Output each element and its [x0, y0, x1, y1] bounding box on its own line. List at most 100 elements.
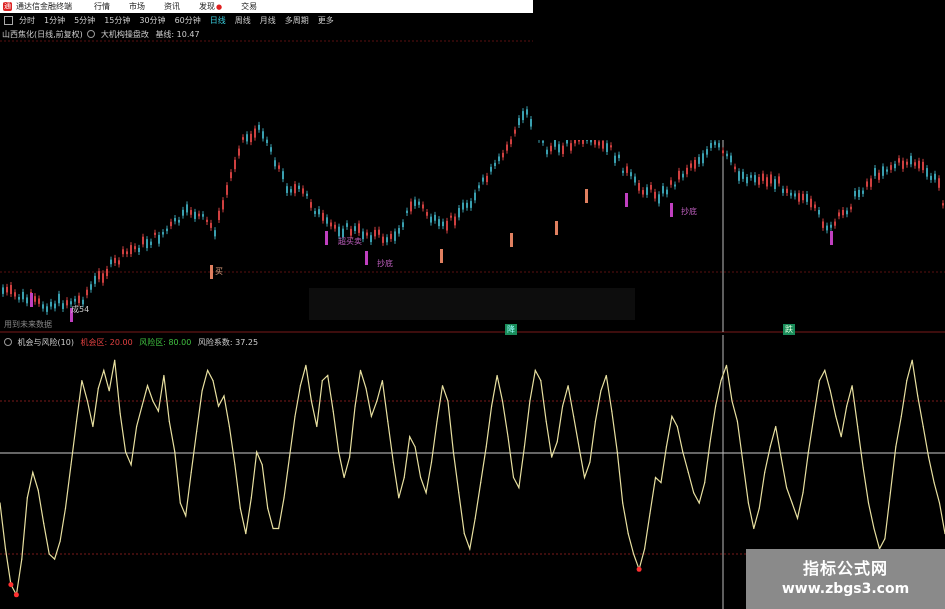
- data-point: [753, 527, 755, 530]
- data-point: [349, 456, 351, 458]
- data-point: [906, 380, 908, 382]
- data-point: [862, 466, 864, 468]
- data-point: [420, 476, 422, 479]
- data-point: [294, 415, 296, 417]
- data-point: [86, 400, 88, 402]
- data-point: [125, 451, 127, 453]
- data-point: [392, 461, 394, 463]
- data-point: [288, 456, 291, 458]
- data-point: [660, 482, 662, 484]
- data-point: [190, 471, 192, 473]
- watermark-line1: 指标公式网: [802, 559, 888, 578]
- data-point: [496, 374, 498, 377]
- data-point: [649, 512, 651, 514]
- data-point: [693, 492, 695, 494]
- data-point: [786, 487, 788, 489]
- data-point: [720, 380, 722, 382]
- data-point: [245, 533, 247, 535]
- data-point: [48, 553, 50, 555]
- data-point: [157, 410, 159, 412]
- data-point: [764, 471, 766, 473]
- data-point: [791, 502, 793, 504]
- data-point: [731, 400, 733, 402]
- data-point: [611, 410, 613, 412]
- data-point: [370, 415, 372, 417]
- data-point: [928, 456, 930, 458]
- data-point: [43, 522, 45, 525]
- data-point: [152, 400, 154, 402]
- data-point: [687, 471, 689, 473]
- data-point: [846, 405, 848, 407]
- data-point: [409, 436, 411, 438]
- data-point: [108, 390, 110, 392]
- data-point: [540, 380, 542, 382]
- data-point: [523, 446, 526, 448]
- data-point: [922, 425, 924, 428]
- data-point: [64, 507, 67, 509]
- data-point: [796, 517, 799, 519]
- data-point: [889, 492, 892, 494]
- data-point: [709, 441, 711, 443]
- data-point: [26, 497, 28, 499]
- data-point: [622, 502, 624, 504]
- data-point: [452, 451, 454, 453]
- data-point: [13, 592, 19, 598]
- data-point: [769, 446, 771, 448]
- data-point: [223, 395, 225, 397]
- data-point: [507, 436, 509, 438]
- data-point: [75, 420, 78, 422]
- data-point: [758, 507, 760, 509]
- data-point: [676, 425, 678, 428]
- data-point: [234, 464, 236, 466]
- data-point: [217, 405, 220, 407]
- data-point: [130, 464, 132, 466]
- data-point: [742, 461, 744, 463]
- data-point: [824, 369, 826, 371]
- data-point: [480, 482, 482, 484]
- data-point: [518, 487, 520, 489]
- data-point: [636, 566, 642, 572]
- data-point: [562, 405, 564, 407]
- data-point: [867, 502, 870, 504]
- data-point: [644, 548, 646, 550]
- data-point: [146, 385, 149, 387]
- data-point: [573, 415, 575, 417]
- data-point: [671, 415, 673, 417]
- risk-indicator-chart[interactable]: [0, 0, 945, 609]
- data-point: [321, 380, 323, 382]
- data-point: [37, 489, 39, 491]
- data-point: [163, 374, 165, 377]
- data-point: [430, 461, 433, 463]
- data-point: [250, 497, 252, 499]
- data-point: [201, 390, 203, 392]
- data-point: [447, 400, 449, 402]
- data-point: [278, 527, 280, 530]
- data-point: [534, 369, 536, 371]
- data-point: [168, 420, 170, 422]
- data-point: [665, 446, 668, 448]
- data-point: [491, 405, 493, 407]
- data-point: [327, 374, 329, 377]
- data-point: [299, 385, 301, 387]
- data-point: [829, 390, 831, 392]
- data-point: [545, 420, 547, 422]
- data-point: [933, 482, 935, 484]
- data-point: [365, 387, 367, 389]
- data-point: [310, 400, 312, 402]
- data-point: [403, 476, 405, 479]
- data-point: [414, 446, 416, 448]
- data-point: [802, 492, 804, 494]
- data-point: [343, 476, 345, 479]
- data-point: [136, 425, 138, 428]
- data-point: [600, 390, 602, 392]
- data-point: [81, 380, 83, 382]
- data-point: [338, 451, 340, 453]
- data-point: [594, 420, 597, 422]
- data-point: [54, 558, 56, 560]
- data-point: [780, 456, 782, 458]
- data-point: [747, 502, 750, 504]
- data-point: [305, 364, 307, 366]
- data-point: [501, 400, 504, 402]
- data-point: [583, 476, 586, 479]
- data-point: [228, 425, 230, 428]
